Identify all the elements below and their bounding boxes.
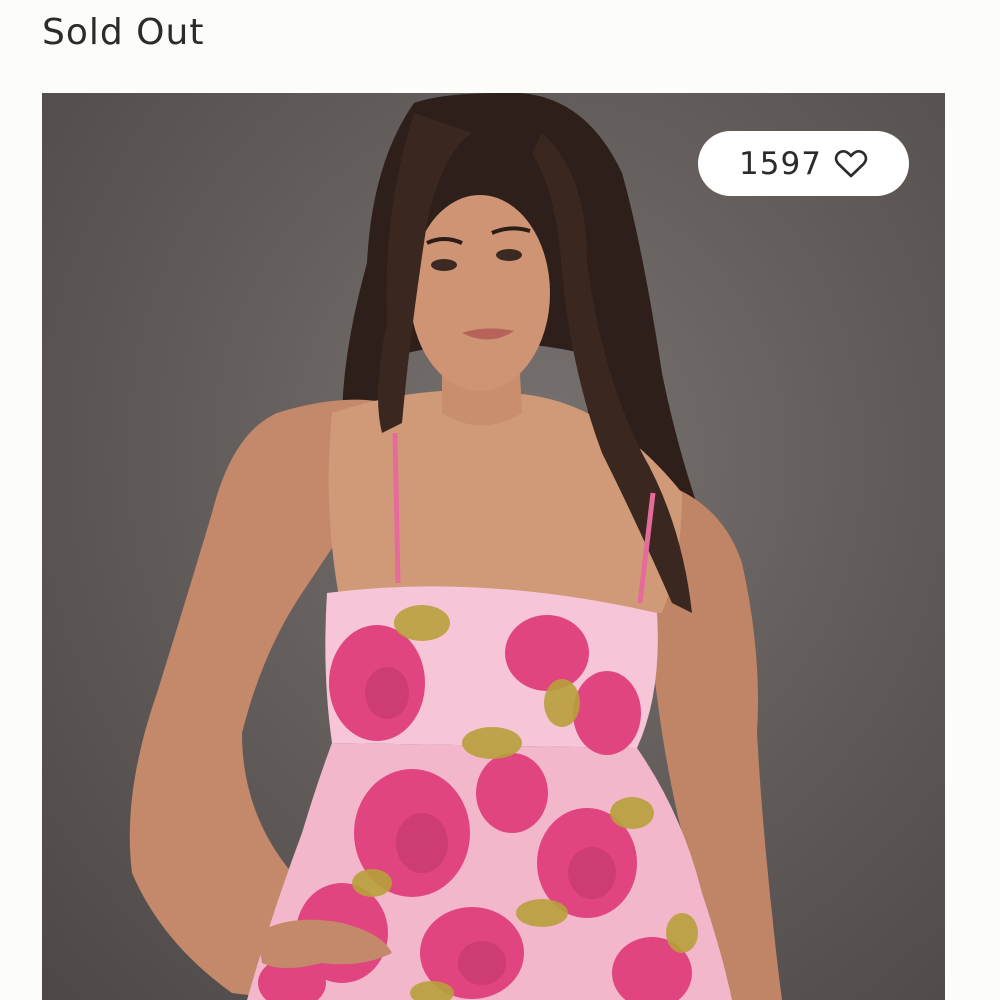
- sold-out-label: Sold Out: [42, 12, 205, 53]
- favorite-button[interactable]: 1597: [698, 131, 909, 196]
- model-photo-icon: [129, 93, 782, 1000]
- product-image[interactable]: [42, 93, 945, 1000]
- favorite-count: 1597: [739, 145, 822, 182]
- heart-icon: [834, 149, 868, 177]
- product-page: Sold Out 1597: [0, 0, 1000, 1000]
